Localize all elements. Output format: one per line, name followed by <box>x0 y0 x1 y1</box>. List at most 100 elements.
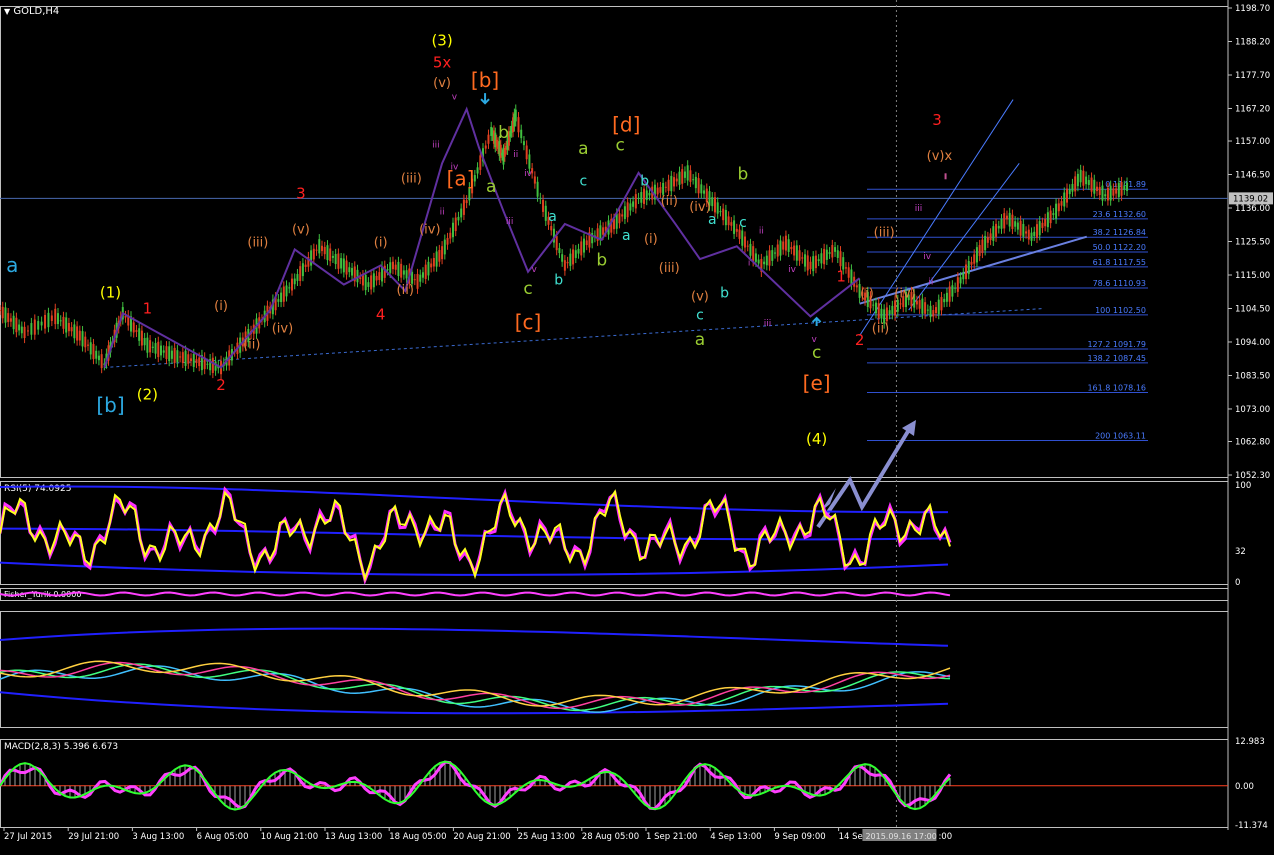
price-candle-body <box>165 346 168 360</box>
time-tick-label: 4 Sep 13:00 <box>710 832 761 842</box>
price-candle-body <box>754 253 757 262</box>
fib-level-label: 138.2 1087.45 <box>1087 354 1146 363</box>
price-candle-body <box>550 226 553 231</box>
price-candle-body <box>1117 182 1120 198</box>
price-candle-body <box>855 285 858 288</box>
price-candle-body <box>176 350 179 363</box>
price-candle-body <box>574 250 577 258</box>
price-candle-body <box>634 194 637 209</box>
price-candle-body <box>12 315 15 330</box>
price-candle-body <box>973 254 976 264</box>
price-tick-label: 1125.50 <box>1235 238 1270 248</box>
price-candle-body <box>626 202 629 218</box>
sub-wave-label: v <box>811 335 817 345</box>
price-candle-body <box>78 330 81 341</box>
price-tick-label: 1177.70 <box>1235 71 1270 81</box>
fib-level-label: 50.0 1122.20 <box>1093 243 1146 252</box>
price-candle-body <box>776 244 779 257</box>
price-candle-body <box>1087 180 1090 185</box>
price-candle-body <box>1126 182 1129 191</box>
price-tick-label: 1052.30 <box>1235 471 1270 481</box>
price-candle-body <box>184 350 187 366</box>
price-candle-body <box>1085 176 1088 185</box>
price-candle-body <box>629 203 632 211</box>
wave-label: 2 <box>216 376 226 394</box>
price-candle-body <box>87 344 90 346</box>
price-candle-body <box>1074 176 1077 192</box>
price-candle-body <box>1008 212 1011 227</box>
price-candle-body <box>929 305 932 318</box>
chart-svg[interactable]: 1198.70 1188.20 1177.70 1167.20 1157.00 1146.… <box>0 0 1274 851</box>
wave-label: b <box>720 285 729 301</box>
rsi-level-label: 32 <box>1235 547 1246 557</box>
price-candle-body <box>378 272 381 280</box>
price-candle-body <box>735 228 738 232</box>
price-candle-body <box>555 236 558 251</box>
price-candle-body <box>681 169 684 184</box>
price-candle-body <box>885 307 888 322</box>
price-candle-body <box>198 357 201 367</box>
price-tick-label: 1157.00 <box>1235 137 1270 147</box>
fib-level-label: 38.2 1126.84 <box>1093 228 1146 237</box>
wave-label: (iii) <box>659 261 680 276</box>
price-candle-body <box>891 305 894 315</box>
price-candle-body <box>637 197 640 199</box>
price-candle-body <box>195 359 198 364</box>
chart-window[interactable]: 1198.70 1188.20 1177.70 1167.20 1157.00 1146.… <box>0 0 1274 851</box>
wave-label: [d] <box>612 112 640 136</box>
price-candle-body <box>277 299 280 302</box>
rsi-level-label: 100 <box>1235 481 1251 491</box>
price-candle-body <box>1041 222 1044 228</box>
price-candle-body <box>795 245 798 261</box>
price-candle-body <box>965 264 968 280</box>
price-candle-body <box>623 206 626 219</box>
time-tick-label: 10 Aug 21:00 <box>261 832 318 842</box>
price-candle-body <box>1025 231 1028 234</box>
price-candle-body <box>978 245 981 257</box>
price-candle-body <box>943 298 946 303</box>
sub-wave-label: ii <box>928 278 933 288</box>
price-candle-body <box>1005 215 1008 220</box>
price-candle-body <box>337 253 340 269</box>
price-candle-body <box>1106 187 1109 201</box>
price-candle-body <box>20 326 23 334</box>
fib-level-label: 200 1063.11 <box>1095 432 1146 441</box>
price-candle-body <box>132 322 135 333</box>
sub-wave-label: v <box>532 265 538 275</box>
wave-label: [b] <box>96 393 124 417</box>
price-candle-body <box>752 246 755 262</box>
price-candle-body <box>89 342 92 355</box>
chart-menu-icon[interactable]: ▼ <box>4 7 10 16</box>
price-candle-body <box>484 145 487 149</box>
price-candle-body <box>700 184 703 194</box>
price-candle-body <box>419 274 422 282</box>
price-candle-body <box>741 230 744 246</box>
sub-wave-label: v <box>452 93 458 103</box>
price-candle-body <box>918 300 921 309</box>
price-tick-label: 1104.50 <box>1235 304 1270 314</box>
price-candle-body <box>724 209 727 226</box>
macd-level-label: 12.983 <box>1235 737 1265 747</box>
price-candle-body <box>364 274 367 291</box>
price-tick-label: 1188.20 <box>1235 37 1270 47</box>
sub-wave-label: iii <box>506 217 514 227</box>
price-candle-body <box>441 246 444 260</box>
price-candle-body <box>804 254 807 267</box>
price-candle-body <box>1068 189 1071 195</box>
price-candle-body <box>192 353 195 367</box>
price-candle-body <box>154 343 157 354</box>
price-candle-body <box>345 260 348 275</box>
price-candle-body <box>318 239 321 254</box>
price-candle-body <box>582 238 585 253</box>
price-candle-body <box>457 216 460 221</box>
price-candle-body <box>678 171 681 185</box>
price-candle-body <box>301 263 304 277</box>
wave-label: (v) <box>691 290 709 305</box>
price-candle-body <box>411 271 414 284</box>
price-candle-body <box>1101 185 1104 201</box>
price-tick-label: 1167.20 <box>1235 104 1270 114</box>
wave-label: (iv) <box>894 286 915 301</box>
price-candle-body <box>446 237 449 245</box>
price-tick-label: 1073.00 <box>1235 405 1270 415</box>
wave-label: (iii) <box>874 226 895 241</box>
